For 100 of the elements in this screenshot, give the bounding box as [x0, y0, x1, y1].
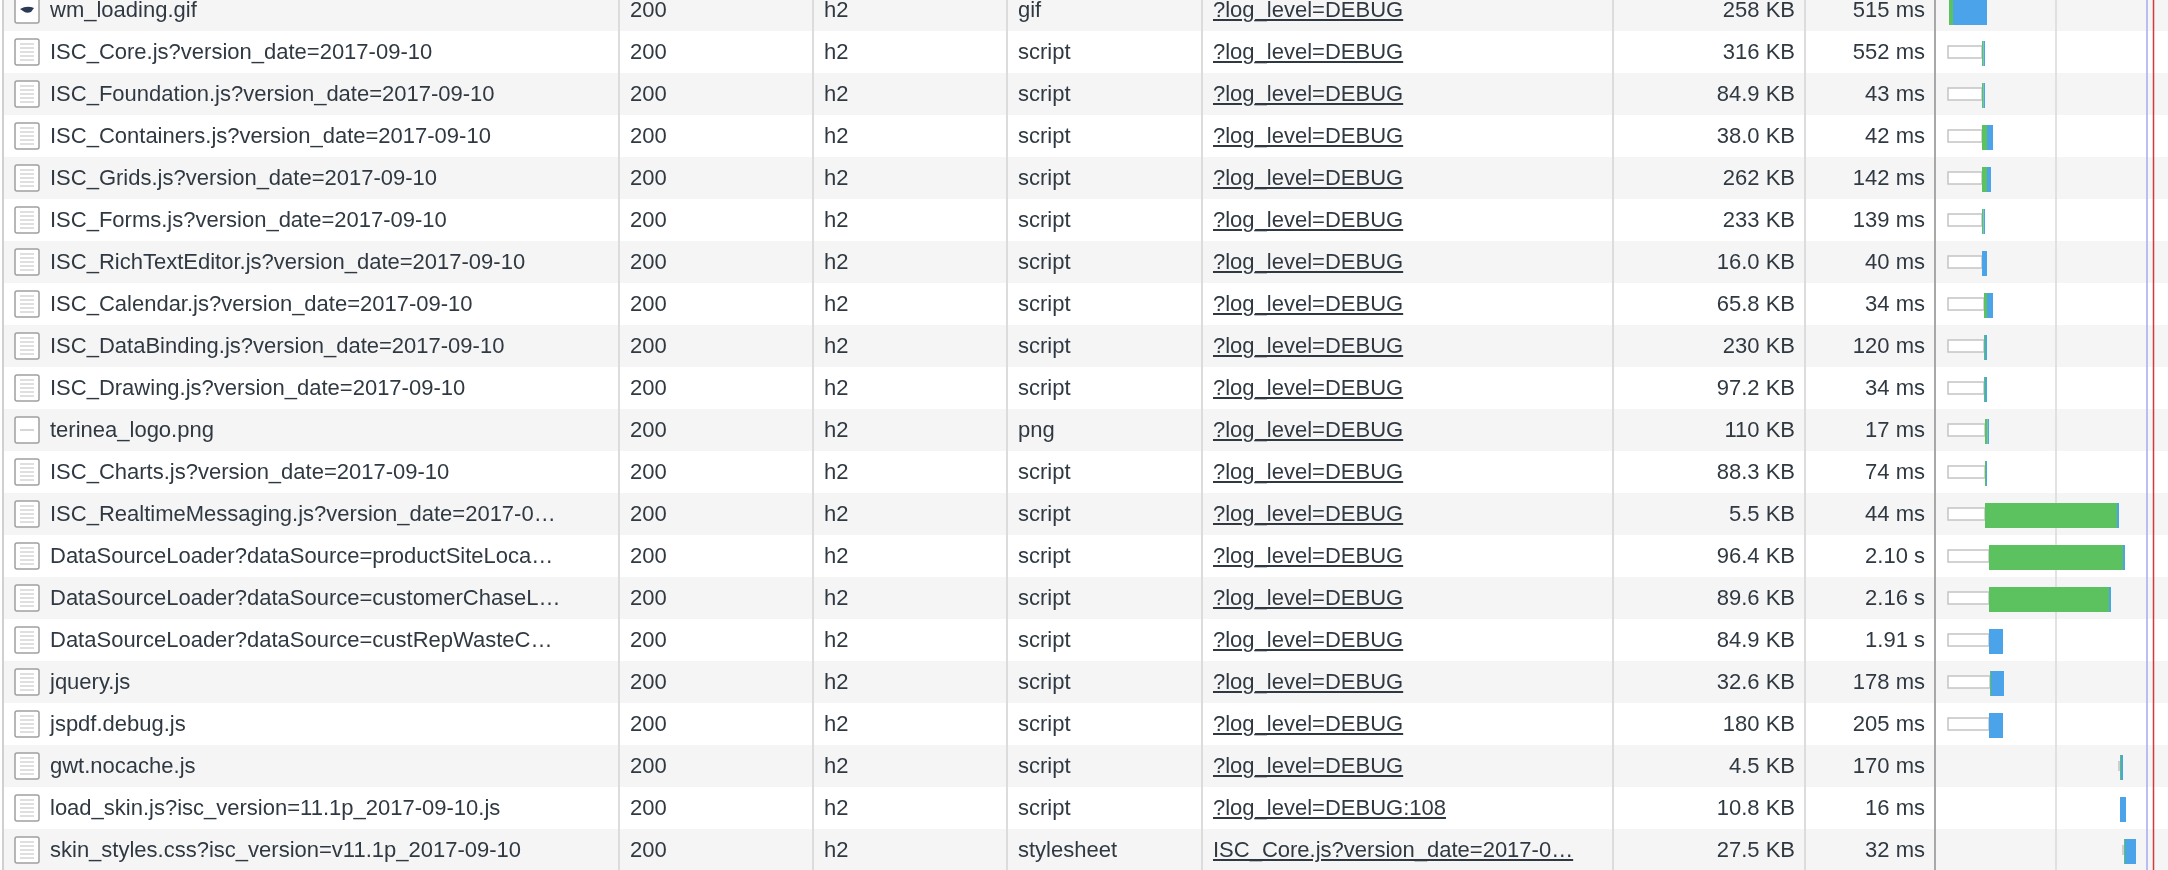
transfer-size: 89.6 KB	[1716, 585, 1795, 611]
request-row[interactable]: ISC_RealtimeMessaging.js?version_date=2017-0… 200 h2 script ?log_level=DEBUG 5.5 KB 44 ms	[4, 493, 2168, 535]
request-name: DataSourceLoader?dataSource=productSiteLoca…	[50, 543, 554, 569]
initiator-link[interactable]: ?log_level=DEBUG	[1213, 165, 1404, 191]
protocol: h2	[824, 249, 849, 275]
request-row[interactable]: ISC_RichTextEditor.js?version_date=2017-09-10 200 h2 script ?log_level=DEBUG 16.0 KB 40 ms	[4, 241, 2168, 283]
request-time: 40 ms	[1865, 249, 1925, 275]
request-name: skin_styles.css?isc_version=v11.1p_2017-09-10	[50, 837, 522, 863]
request-row[interactable]: gwt.nocache.js 200 h2 script ?log_level=DEBUG 4.5 KB 170 ms	[4, 745, 2168, 787]
transfer-size: 32.6 KB	[1716, 669, 1795, 695]
initiator-link[interactable]: ?log_level=DEBUG	[1213, 333, 1404, 359]
status-code: 200	[630, 627, 667, 653]
protocol: h2	[824, 837, 849, 863]
initiator-link[interactable]: ?log_level=DEBUG	[1213, 753, 1404, 779]
status-code: 200	[630, 165, 667, 191]
protocol: h2	[824, 501, 849, 527]
waterfall-bar	[1947, 335, 1987, 360]
request-time: 74 ms	[1865, 459, 1925, 485]
request-name: ISC_RealtimeMessaging.js?version_date=2017-0…	[50, 501, 556, 527]
waterfall-bar	[1947, 293, 1993, 318]
request-time: 17 ms	[1865, 417, 1925, 443]
status-code: 200	[630, 249, 667, 275]
transfer-size: 4.5 KB	[1728, 753, 1795, 779]
transfer-size: 258 KB	[1722, 0, 1795, 23]
request-name: ISC_Calendar.js?version_date=2017-09-10	[50, 291, 473, 317]
request-row[interactable]: terinea_logo.png 200 h2 png ?log_level=DEBUG 110 KB 17 ms	[4, 409, 2168, 451]
request-row[interactable]: jquery.js 200 h2 script ?log_level=DEBUG 32.6 KB 178 ms	[4, 661, 2168, 703]
request-time: 44 ms	[1865, 501, 1925, 527]
status-code: 200	[630, 501, 667, 527]
status-code: 200	[630, 753, 667, 779]
request-row[interactable]: ISC_Grids.js?version_date=2017-09-10 200 h2 script ?log_level=DEBUG 262 KB 142 ms	[4, 157, 2168, 199]
initiator-link[interactable]: ?log_level=DEBUG	[1213, 501, 1404, 527]
transfer-size: 230 KB	[1722, 333, 1795, 359]
initiator-link[interactable]: ?log_level=DEBUG	[1213, 39, 1404, 65]
document-icon	[14, 80, 40, 108]
protocol: h2	[824, 669, 849, 695]
initiator-link[interactable]: ?log_level=DEBUG	[1213, 711, 1404, 737]
protocol: h2	[824, 81, 849, 107]
request-name: gwt.nocache.js	[50, 753, 196, 779]
transfer-size: 27.5 KB	[1716, 837, 1795, 863]
request-time: 16 ms	[1865, 795, 1925, 821]
initiator-link[interactable]: ?log_level=DEBUG	[1213, 291, 1404, 317]
initiator-link[interactable]: ?log_level=DEBUG	[1213, 249, 1404, 275]
document-icon	[14, 332, 40, 360]
status-code: 200	[630, 837, 667, 863]
protocol: h2	[824, 207, 849, 233]
initiator-link[interactable]: ?log_level=DEBUG	[1213, 585, 1404, 611]
request-time: 42 ms	[1865, 123, 1925, 149]
resource-type: script	[1018, 123, 1071, 149]
initiator-link[interactable]: ?log_level=DEBUG	[1213, 375, 1404, 401]
resource-type: script	[1018, 375, 1071, 401]
document-icon	[14, 668, 40, 696]
resource-type: script	[1018, 711, 1071, 737]
document-icon	[14, 164, 40, 192]
transfer-size: 84.9 KB	[1716, 627, 1795, 653]
request-name: DataSourceLoader?dataSource=customerChaseL…	[50, 585, 561, 611]
transfer-size: 110 KB	[1724, 417, 1795, 443]
protocol: h2	[824, 417, 849, 443]
request-row[interactable]: ISC_DataBinding.js?version_date=2017-09-10 200 h2 script ?log_level=DEBUG 230 KB 120 ms	[4, 325, 2168, 367]
document-icon	[14, 710, 40, 738]
initiator-link[interactable]: ?log_level=DEBUG	[1213, 543, 1404, 569]
request-row[interactable]: DataSourceLoader?dataSource=customerChaseL… 200 h2 script ?log_level=DEBUG 89.6 KB 2.16 s	[4, 577, 2168, 619]
initiator-link[interactable]: ?log_level=DEBUG	[1213, 207, 1404, 233]
status-code: 200	[630, 291, 667, 317]
request-row[interactable]: ISC_Foundation.js?version_date=2017-09-10 200 h2 script ?log_level=DEBUG 84.9 KB 43 ms	[4, 73, 2168, 115]
request-name: terinea_logo.png	[50, 417, 214, 443]
initiator-link[interactable]: ?log_level=DEBUG:108	[1213, 795, 1446, 821]
waterfall-bar	[1947, 629, 2003, 654]
request-time: 139 ms	[1852, 207, 1925, 233]
transfer-size: 96.4 KB	[1716, 543, 1795, 569]
resource-type: script	[1018, 753, 1071, 779]
protocol: h2	[824, 459, 849, 485]
initiator-link[interactable]: ?log_level=DEBUG	[1213, 627, 1404, 653]
status-code: 200	[630, 375, 667, 401]
waterfall-bar	[1947, 209, 1985, 234]
initiator-link[interactable]: ?log_level=DEBUG	[1213, 0, 1404, 23]
waterfall-bar	[2122, 839, 2136, 864]
request-time: 120 ms	[1852, 333, 1925, 359]
protocol: h2	[824, 165, 849, 191]
protocol: h2	[824, 291, 849, 317]
transfer-size: 180 KB	[1722, 711, 1795, 737]
request-name: ISC_RichTextEditor.js?version_date=2017-09-10	[50, 249, 526, 275]
initiator-link[interactable]: ISC_Core.js?version_date=2017-0…	[1213, 837, 1574, 863]
resource-type: script	[1018, 543, 1071, 569]
request-row[interactable]: wm_loading.gif 200 h2 gif ?log_level=DEBUG 258 KB 515 ms	[4, 0, 2168, 31]
protocol: h2	[824, 795, 849, 821]
initiator-link[interactable]: ?log_level=DEBUG	[1213, 81, 1404, 107]
image-file-icon	[14, 0, 40, 24]
initiator-link[interactable]: ?log_level=DEBUG	[1213, 669, 1404, 695]
initiator-link[interactable]: ?log_level=DEBUG	[1213, 123, 1404, 149]
waterfall-bar	[1947, 125, 1993, 150]
initiator-link[interactable]: ?log_level=DEBUG	[1213, 417, 1404, 443]
waterfall-bar	[1947, 41, 1985, 66]
document-icon	[14, 122, 40, 150]
request-row[interactable]: skin_styles.css?isc_version=v11.1p_2017-09-10 200 h2 stylesheet ISC_Core.js?version_date=2017-0… 27.5 KB 32 ms	[4, 829, 2168, 870]
initiator-link[interactable]: ?log_level=DEBUG	[1213, 459, 1404, 485]
waterfall-bar	[2118, 755, 2123, 780]
request-name: ISC_Foundation.js?version_date=2017-09-10	[50, 81, 495, 107]
transfer-size: 316 KB	[1722, 39, 1795, 65]
waterfall-bar	[2120, 797, 2126, 822]
